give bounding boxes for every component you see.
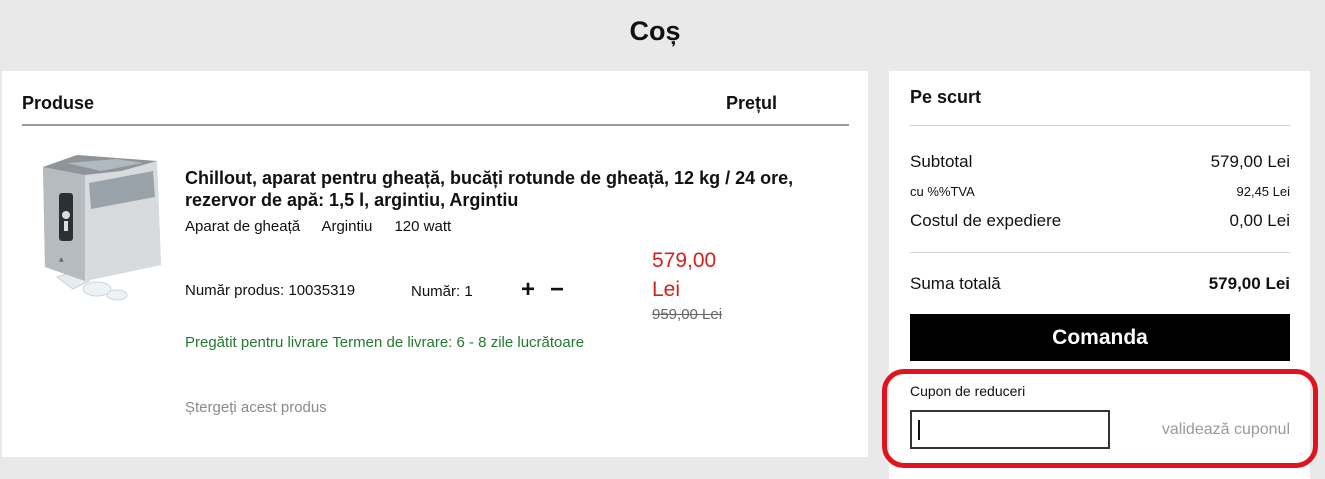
old-price: 959,00 Lei — [652, 306, 723, 323]
vat-label: cu %%TVA — [910, 184, 975, 199]
product-number: Număr produs: 10035319 — [185, 282, 356, 299]
cart-panel: Produse Prețul ▲ Chillout, aparat pentru… — [2, 71, 868, 457]
quantity-decrease-button[interactable]: − — [546, 277, 568, 303]
validate-coupon-button[interactable]: validează cuponul — [1162, 421, 1290, 439]
attribute-color: Argintiu — [321, 218, 373, 235]
summary-title: Pe scurt — [910, 87, 982, 107]
svg-text:▲: ▲ — [59, 256, 64, 263]
coupon-input[interactable] — [910, 410, 1110, 449]
shipping-value: 0,00 Lei — [1229, 211, 1291, 230]
column-header-products: Produse — [22, 93, 95, 113]
column-header-price: Prețul — [726, 93, 778, 113]
order-button[interactable]: Comanda — [910, 314, 1290, 361]
subtotal-label: Subtotal — [910, 152, 973, 171]
text-caret — [918, 420, 920, 440]
product-image[interactable]: ▲ — [37, 149, 167, 304]
vat-value: 92,45 Lei — [1236, 184, 1291, 199]
cart-header: Produse Prețul — [22, 93, 849, 126]
total-label: Suma totală — [910, 274, 1001, 293]
quantity-label: Număr: 1 — [411, 283, 473, 300]
subtotal-value: 579,00 Lei — [1210, 152, 1290, 171]
product-attributes: Aparat de gheață Argintiu 120 watt — [185, 218, 469, 235]
summary-panel: Pe scurt Subtotal 579,00 Lei cu %%TVA 92… — [889, 71, 1310, 479]
delivery-info: Pregătit pentru livrare Termen de livrar… — [185, 334, 585, 351]
page-title: Coș — [629, 16, 681, 46]
summary-divider — [910, 252, 1290, 253]
total-value: 579,00 Lei — [1208, 274, 1290, 293]
summary-divider — [910, 125, 1290, 126]
attribute-type: Aparat de gheață — [185, 218, 301, 235]
current-price: 579,00 Lei — [652, 249, 717, 301]
coupon-label: Cupon de reduceri — [910, 383, 1026, 399]
shipping-label: Costul de expediere — [910, 211, 1062, 230]
product-title[interactable]: Chillout, aparat pentru gheață, bucăți r… — [185, 167, 805, 211]
attribute-power: 120 watt — [394, 218, 452, 235]
remove-product-link[interactable]: Ștergeți acest produs — [185, 399, 327, 416]
quantity-increase-button[interactable]: + — [517, 277, 539, 303]
